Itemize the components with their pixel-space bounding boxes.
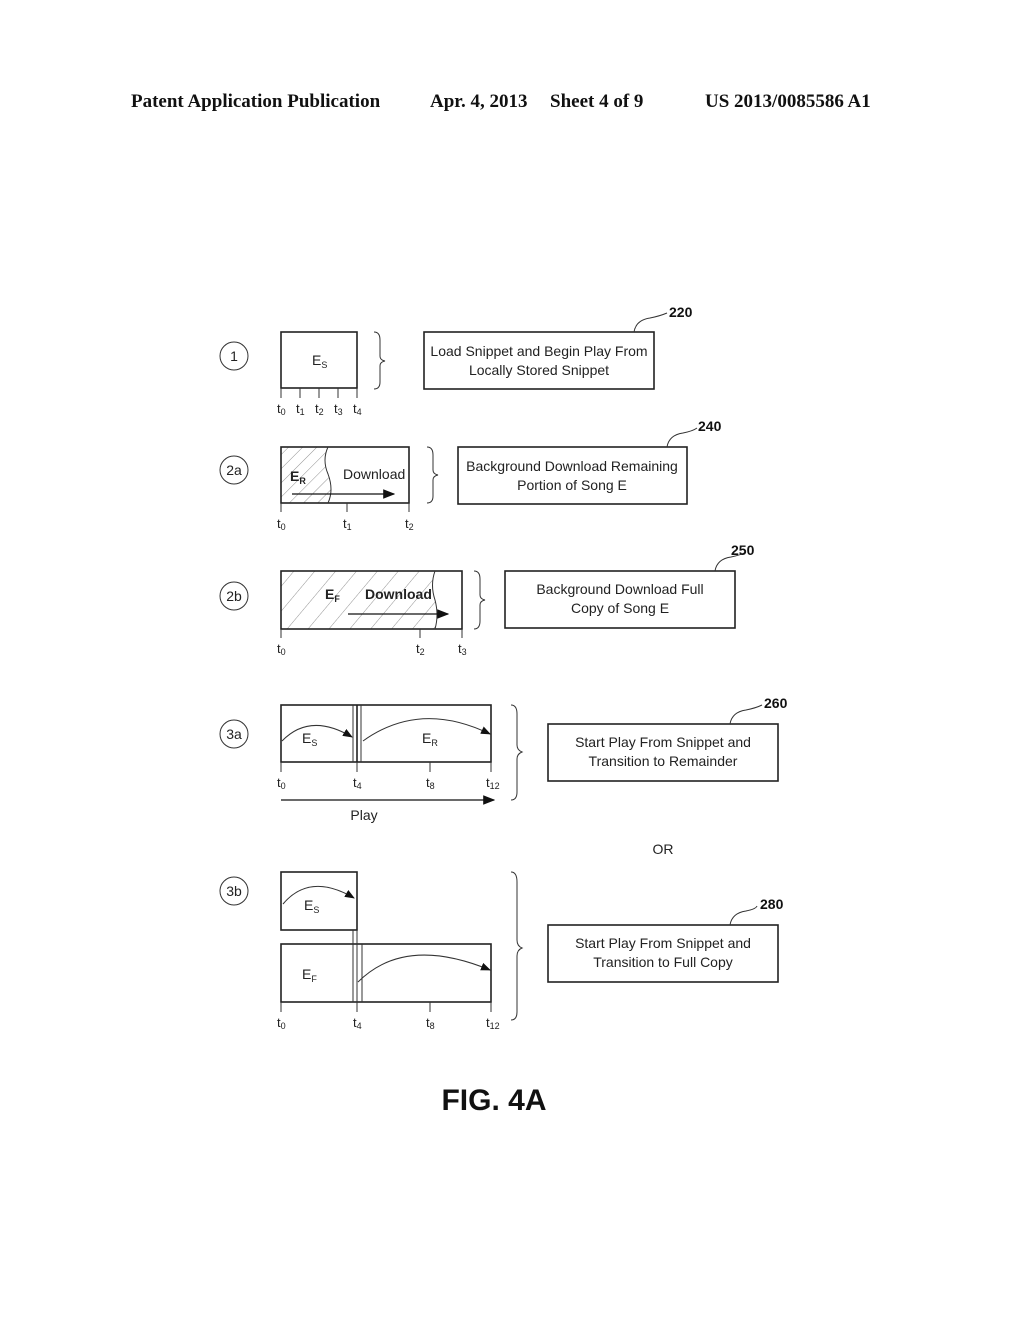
segment-label: ES <box>312 352 327 370</box>
download-label: Download <box>365 586 432 602</box>
description-line: Transition to Full Copy <box>593 954 733 970</box>
step-3b: 3b ES EF t0 t4 t8 t12 Start Play From Sn… <box>219 871 784 1031</box>
description-line: Start Play From Snippet and <box>575 935 751 951</box>
playback-segment <box>280 704 492 763</box>
tick-label: t0 <box>277 641 286 657</box>
tick-label: t8 <box>426 1015 435 1031</box>
tick-label: t12 <box>486 775 500 791</box>
ref-leader <box>633 312 668 333</box>
tick-label: t0 <box>277 516 286 532</box>
tick-label: t0 <box>277 1015 286 1031</box>
full-copy-segment <box>280 943 492 1003</box>
step-id: 3b <box>226 883 242 899</box>
sheet-number: Sheet 4 of 9 <box>550 91 643 112</box>
description-box <box>457 446 688 505</box>
brace-icon <box>426 446 439 504</box>
description-line: Background Download Remaining <box>466 458 678 474</box>
publication-title: Patent Application Publication <box>131 91 381 112</box>
description-line: Locally Stored Snippet <box>469 362 609 378</box>
step-id: 3a <box>226 726 242 742</box>
ref-leader <box>666 427 698 448</box>
tick-label: t3 <box>458 641 467 657</box>
segment-label: ES <box>304 897 319 915</box>
tick-label: t8 <box>426 775 435 791</box>
step-2a: 2a ER Download t0 t1 t2 Background Downl… <box>219 418 722 532</box>
publication-date: Apr. 4, 2013 <box>430 91 527 112</box>
tick-label: t4 <box>353 775 362 791</box>
description-line: Start Play From Snippet and <box>575 734 751 750</box>
snippet-play-arrow <box>282 885 355 905</box>
description-line: Copy of Song E <box>571 600 669 616</box>
tick-label: t0 <box>277 401 286 417</box>
download-label: Download <box>343 466 405 482</box>
reference-numeral: 240 <box>698 418 722 434</box>
description-line: Transition to Remainder <box>589 753 738 769</box>
reference-numeral: 260 <box>764 695 788 711</box>
brace-icon <box>373 331 386 390</box>
ref-leader <box>729 704 763 725</box>
tick-label: t2 <box>416 641 425 657</box>
tick-label: t4 <box>353 1015 362 1031</box>
full-copy-play-arrow <box>357 954 491 983</box>
description-box <box>423 331 655 390</box>
ref-leader <box>729 905 758 926</box>
description-line: Portion of Song E <box>517 477 627 493</box>
snippet-segment <box>280 871 358 931</box>
step-id: 2b <box>226 588 242 604</box>
tick-label: t2 <box>315 401 324 417</box>
tick-label: t0 <box>277 775 286 791</box>
brace-icon <box>510 871 524 1021</box>
timeline-ticks <box>280 388 358 398</box>
patent-number: US 2013/0085586 A1 <box>705 91 871 112</box>
segment-label: ES <box>302 730 317 748</box>
brace-icon <box>510 704 524 801</box>
tick-label: t4 <box>353 401 362 417</box>
tick-label: t12 <box>486 1015 500 1031</box>
patent-figure: Patent Application Publication Apr. 4, 2… <box>131 91 871 1117</box>
description-line: Load Snippet and Begin Play From <box>430 343 647 359</box>
step-id: 2a <box>226 462 242 478</box>
tick-label: t1 <box>343 516 352 532</box>
brace-icon <box>473 570 486 630</box>
tick-label: t2 <box>405 516 414 532</box>
segment-label: EF <box>302 966 317 984</box>
description-line: Background Download Full <box>536 581 703 597</box>
step-1: 1 ES t0 t1 t2 t3 t4 Load Snippet and Beg… <box>219 304 693 417</box>
step-3a: 3a ES ER t0 t4 t8 t12 Play Start Play Fr… <box>219 695 788 823</box>
step-2b: 2b EF Download t0 t2 t3 Background Downl… <box>219 542 755 657</box>
reference-numeral: 220 <box>669 304 693 320</box>
tick-label: t1 <box>296 401 305 417</box>
or-label: OR <box>653 841 674 857</box>
reference-numeral: 280 <box>760 896 784 912</box>
tick-label: t3 <box>334 401 343 417</box>
reference-numeral: 250 <box>731 542 755 558</box>
play-label: Play <box>350 807 377 823</box>
figure-label: FIG. 4A <box>441 1084 546 1117</box>
segment-label: ER <box>422 730 438 748</box>
step-id: 1 <box>230 348 238 364</box>
